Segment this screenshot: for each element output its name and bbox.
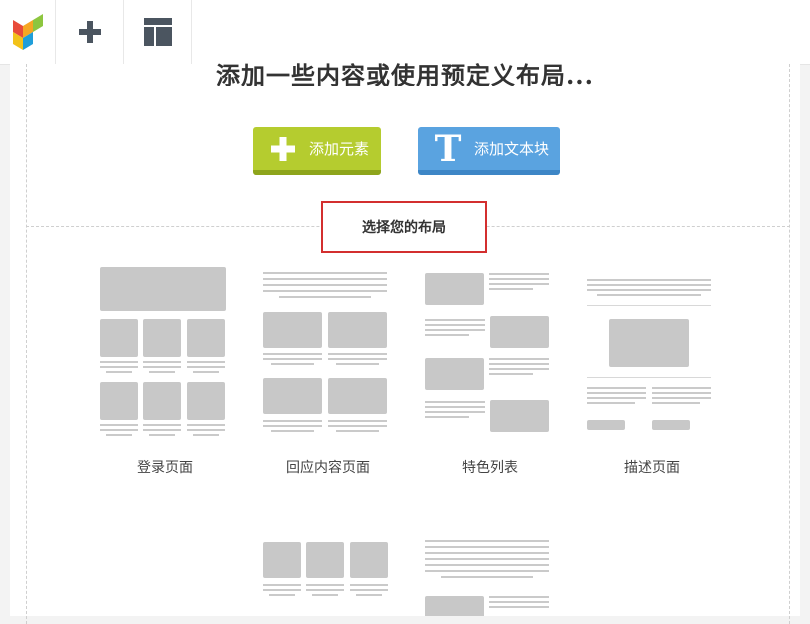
layout-label: 特色列表 [462, 460, 518, 476]
text-icon: T [434, 127, 462, 170]
add-element-button[interactable]: 添加元素 [253, 127, 381, 175]
layout-label: 描述页面 [624, 460, 680, 476]
editor-canvas: 添加一些内容或使用预定义布局... 添加元素 T 添加文本块 选择您的布局 登录… [10, 61, 800, 624]
layout-label: 回应内容页面 [286, 460, 370, 476]
templates-toolbar-button[interactable] [124, 0, 192, 64]
plus-icon [78, 21, 101, 43]
logo-button[interactable] [0, 0, 56, 64]
layout-option-sixth[interactable] [425, 540, 555, 616]
layout-label: 登录页面 [137, 460, 193, 476]
page-headline: 添加一些内容或使用预定义布局... [215, 61, 595, 86]
logo-icon [12, 14, 43, 50]
add-text-block-button[interactable]: T 添加文本块 [418, 127, 560, 175]
plus-icon [263, 136, 303, 161]
choose-layout-heading: 选择您的布局 [321, 201, 487, 253]
layout-option-fifth[interactable] [263, 540, 393, 616]
add-element-label: 添加元素 [309, 140, 370, 158]
add-text-block-label: 添加文本块 [474, 140, 550, 158]
layout-template-icon [143, 18, 172, 46]
add-element-toolbar-button[interactable] [56, 0, 124, 64]
